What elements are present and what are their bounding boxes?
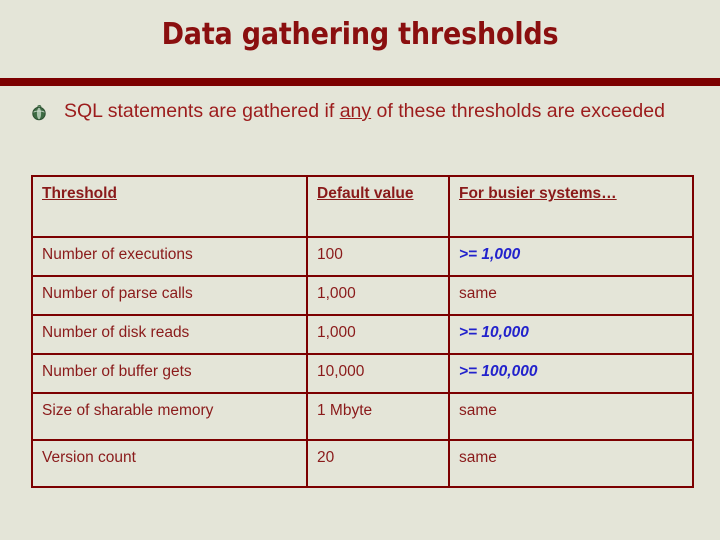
thresholds-table: Threshold Default value For busier syste… — [31, 175, 694, 488]
cell-threshold: Number of parse calls — [31, 275, 308, 316]
cell-busier-value: >= 100,000 — [459, 363, 538, 380]
column-header-threshold: Threshold — [31, 175, 308, 238]
column-header-default-value: Default value — [306, 175, 450, 238]
bullet-text-before: SQL statements are gathered if — [64, 100, 340, 122]
cell-busier-value: same — [459, 449, 497, 466]
column-header-default-value-label: Default value — [317, 185, 414, 202]
cell-busier-value: >= 10,000 — [459, 324, 529, 341]
table-row: Size of sharable memory 1 Mbyte same — [31, 392, 694, 441]
cell-threshold: Size of sharable memory — [31, 392, 308, 441]
bullet-block: SQL statements are gathered if any of th… — [30, 98, 690, 125]
table-row: Number of executions 100 >= 1,000 — [31, 236, 694, 277]
cell-default-value: 1,000 — [306, 314, 450, 355]
cell-busier: >= 1,000 — [448, 236, 694, 277]
column-header-busier-systems: For busier systems… — [448, 175, 694, 238]
cell-default-value: 100 — [306, 236, 450, 277]
bullet-text-after: of these thresholds are exceeded — [371, 100, 665, 122]
cell-default-value: 10,000 — [306, 353, 450, 394]
cell-default-value: 1 Mbyte — [306, 392, 450, 441]
cell-threshold: Number of buffer gets — [31, 353, 308, 394]
bullet-text-emphasis: any — [339, 100, 372, 122]
table-row: Number of buffer gets 10,000 >= 100,000 — [31, 353, 694, 394]
table-row: Number of parse calls 1,000 same — [31, 275, 694, 316]
table-header-row: Threshold Default value For busier syste… — [31, 175, 694, 238]
cell-busier-value: same — [459, 402, 497, 419]
cell-busier: same — [448, 392, 694, 441]
cell-busier: >= 100,000 — [448, 353, 694, 394]
bullet-paragraph: SQL statements are gathered if any of th… — [64, 98, 665, 125]
cell-busier: same — [448, 439, 694, 488]
title-divider — [0, 78, 720, 86]
column-header-threshold-label: Threshold — [42, 185, 117, 202]
globe-bullet-icon — [30, 104, 48, 122]
cell-threshold: Number of disk reads — [31, 314, 308, 355]
table-row: Version count 20 same — [31, 439, 694, 488]
cell-threshold: Number of executions — [31, 236, 308, 277]
cell-busier-value: >= 1,000 — [459, 246, 521, 263]
column-header-busier-systems-label: For busier systems… — [459, 185, 617, 202]
cell-busier: >= 10,000 — [448, 314, 694, 355]
cell-default-value: 20 — [306, 439, 450, 488]
cell-busier-value: same — [459, 285, 497, 302]
cell-default-value: 1,000 — [306, 275, 450, 316]
cell-busier: same — [448, 275, 694, 316]
table-row: Number of disk reads 1,000 >= 10,000 — [31, 314, 694, 355]
page-title: Data gathering thresholds — [161, 17, 559, 52]
cell-threshold: Version count — [31, 439, 308, 488]
